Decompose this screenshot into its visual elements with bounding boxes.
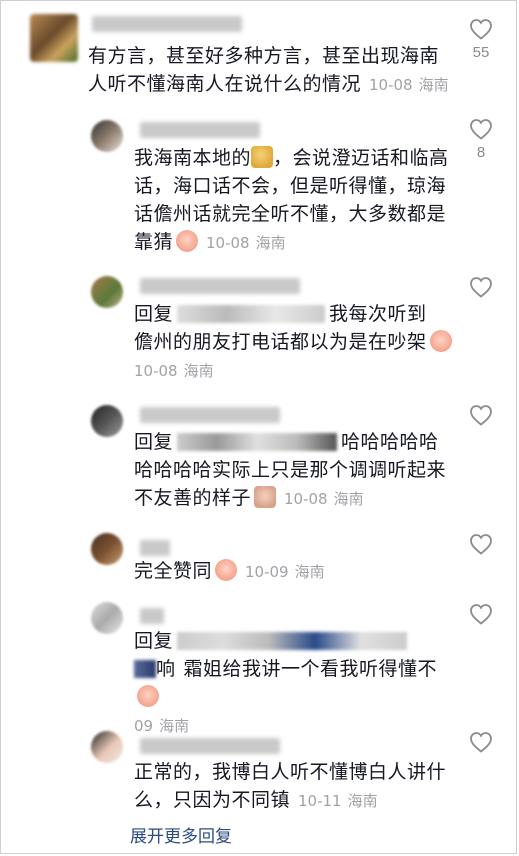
comment-location: 海南 xyxy=(333,490,364,508)
like-button[interactable] xyxy=(461,603,501,625)
mention-blur[interactable] xyxy=(134,660,156,678)
username[interactable] xyxy=(140,122,260,138)
comment-text: 正常的，我博白人听不懂博白人讲什么，只因为不同镇 10-11 海南 xyxy=(134,761,447,811)
comment-date: 10-08 xyxy=(369,76,413,94)
mention-blur[interactable] xyxy=(177,433,338,451)
reply-label: 回复 xyxy=(134,303,174,325)
username[interactable] xyxy=(140,540,170,556)
like-button[interactable] xyxy=(461,276,501,298)
avatar[interactable] xyxy=(91,602,123,634)
like-button[interactable]: 8 xyxy=(461,118,501,161)
avatar[interactable] xyxy=(91,276,123,308)
crying-emoji xyxy=(176,230,199,252)
crying-emoji xyxy=(429,330,452,352)
comment-location: 海南 xyxy=(294,563,325,581)
like-button[interactable]: 55 xyxy=(461,18,501,61)
heart-outline-icon xyxy=(470,119,492,140)
comment-date: 10-11 xyxy=(298,792,342,810)
username[interactable] xyxy=(92,16,242,32)
comment-location: 海南 xyxy=(159,717,190,735)
avatar[interactable] xyxy=(91,120,123,152)
comment-text: 有方言，甚至好多种方言，甚至出现海南人听不懂海南人在说什么的情况 10-08 海南 xyxy=(88,45,449,95)
mention-blur[interactable] xyxy=(177,305,326,323)
like-button[interactable] xyxy=(461,404,501,426)
comment-location: 海南 xyxy=(347,792,378,810)
username[interactable] xyxy=(140,278,300,294)
like-count: 8 xyxy=(476,144,486,161)
comment-location: 海南 xyxy=(418,76,449,94)
heart-outline-icon xyxy=(470,277,492,298)
username[interactable] xyxy=(140,738,280,754)
comment-text: 我海南本地的 ，会说澄迈话和临高话，海口话不会，但是听得懂，琼海话儋州话就完全听不… xyxy=(134,146,449,253)
mention-blur[interactable] xyxy=(177,632,408,650)
comment-date: 10-08 xyxy=(284,490,328,508)
comment-text: 完全赞同 10-09 海南 xyxy=(134,559,325,582)
username[interactable] xyxy=(140,608,164,624)
comment-date: 10-09 xyxy=(245,563,289,581)
heart-outline-icon xyxy=(470,604,492,625)
heart-outline-icon xyxy=(470,405,492,426)
avatar[interactable] xyxy=(91,731,123,763)
crying-emoji xyxy=(137,685,159,707)
crying-emoji xyxy=(215,559,238,581)
comment-location: 海南 xyxy=(183,362,214,380)
reply-label: 回复 xyxy=(134,630,174,652)
facepalm-emoji xyxy=(251,146,274,168)
avatar[interactable] xyxy=(30,14,78,62)
avatar[interactable] xyxy=(91,533,123,565)
heart-outline-icon xyxy=(470,19,492,40)
comment-date: 09 xyxy=(134,717,154,735)
comment-date: 10-08 xyxy=(134,362,178,380)
comment-text: 回复 我每次听到 儋州的朋友打电话都以为是在吵架 10-08 海南 xyxy=(134,300,454,385)
like-count: 55 xyxy=(472,44,490,61)
reply-label: 回复 xyxy=(134,431,174,453)
comment-text: 回复响霜姐给我讲一个看我听得懂不 09 海南 xyxy=(134,630,438,735)
like-button[interactable] xyxy=(461,731,501,753)
avatar[interactable] xyxy=(91,405,123,437)
comment-text: 回复 哈哈哈哈哈 哈哈哈哈实际上只是那个调调听起来 不友善的样子 10-08 海南 xyxy=(134,431,447,509)
comment-date: 10-08 xyxy=(206,234,250,252)
facepalm-emoji xyxy=(254,486,277,508)
heart-outline-icon xyxy=(470,732,492,753)
like-button[interactable] xyxy=(461,533,501,555)
expand-more-replies[interactable]: 展开更多回复 xyxy=(130,822,232,847)
comment-location: 海南 xyxy=(255,234,286,252)
username[interactable] xyxy=(140,407,280,423)
heart-outline-icon xyxy=(470,534,492,555)
